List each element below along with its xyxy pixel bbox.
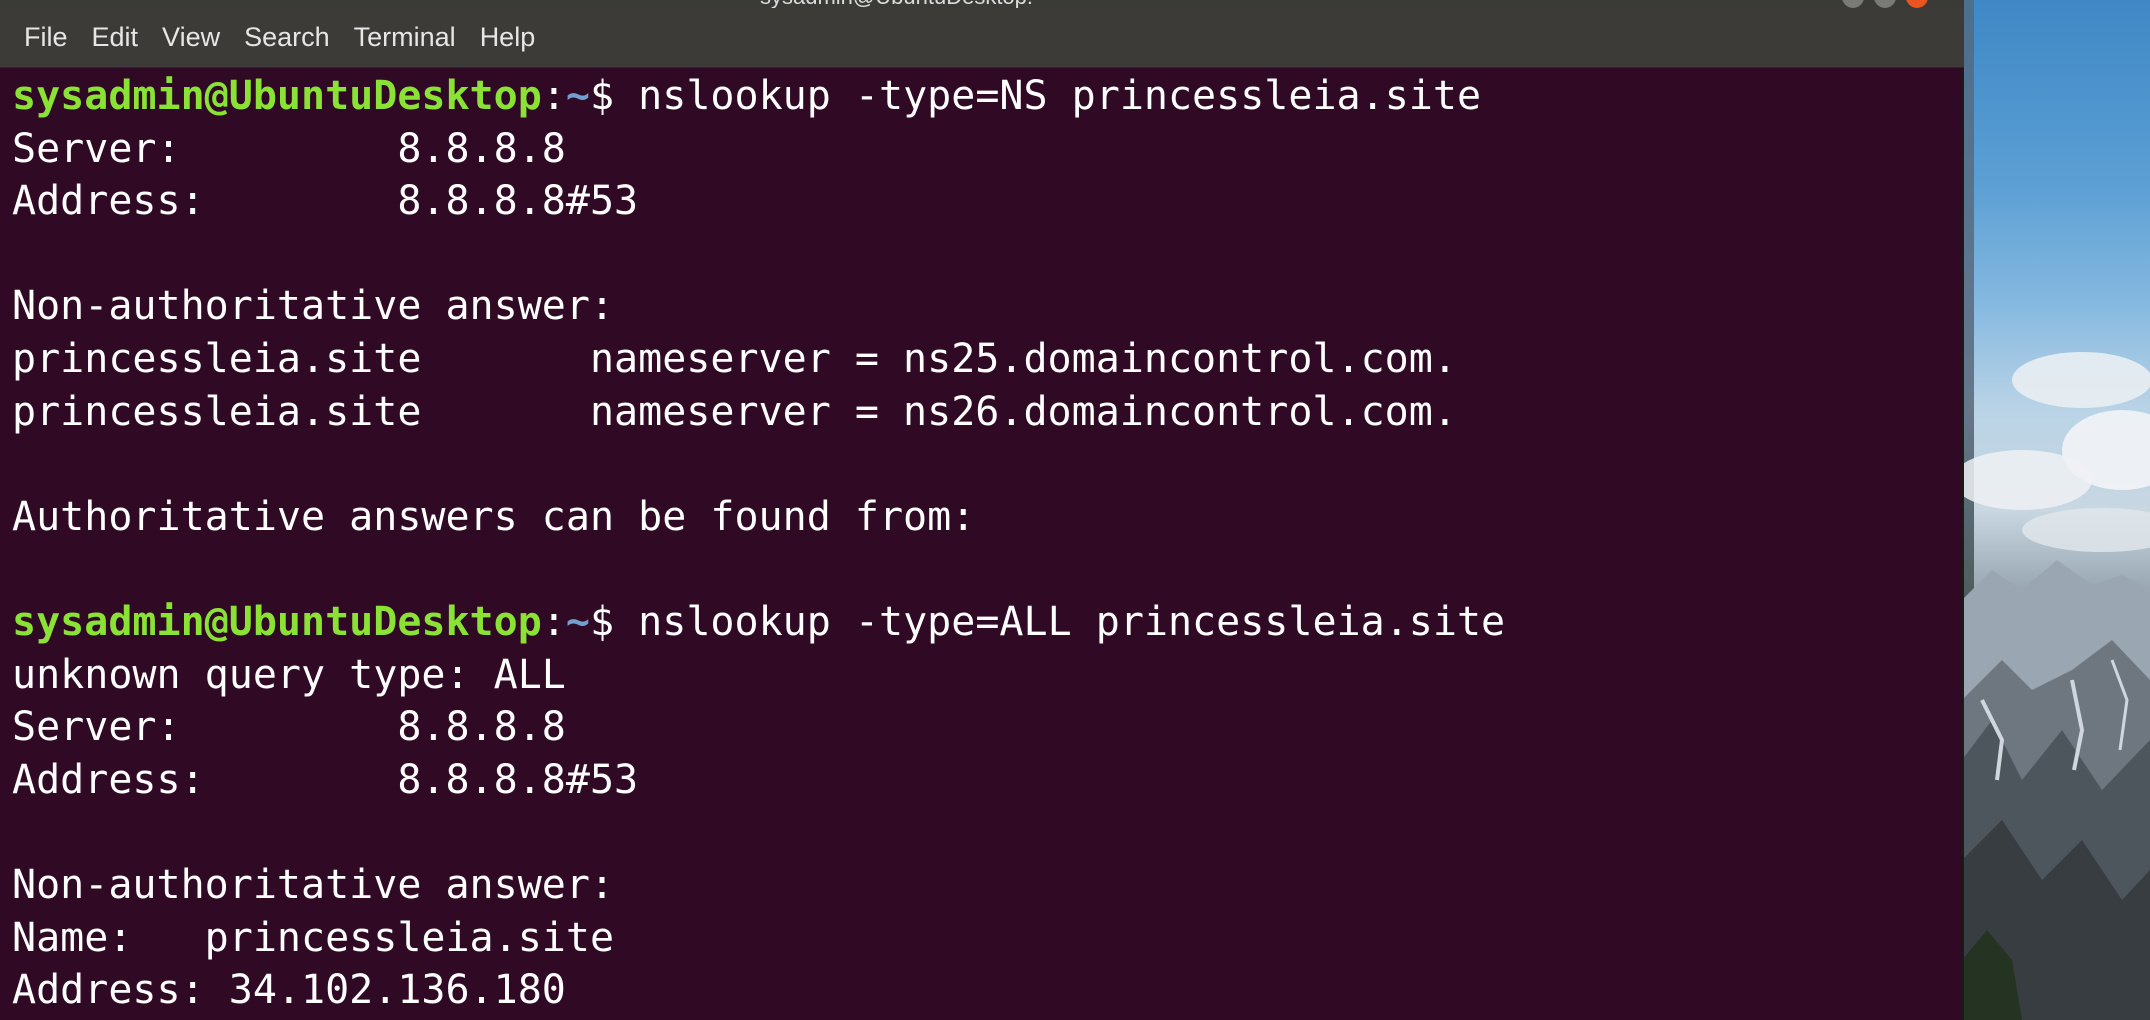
menu-view[interactable]: View bbox=[150, 16, 232, 59]
terminal-output-line: princessleia.site nameserver = ns26.doma… bbox=[12, 388, 1457, 435]
window-titlebar[interactable]: sysadmin@UbuntuDesktop: ~ bbox=[0, 0, 1964, 9]
menu-help[interactable]: Help bbox=[468, 16, 548, 59]
menu-edit[interactable]: Edit bbox=[80, 16, 151, 59]
menu-search[interactable]: Search bbox=[232, 16, 342, 59]
maximize-button[interactable] bbox=[1874, 0, 1896, 8]
terminal-output-line: Non-authoritative answer: bbox=[12, 283, 615, 330]
terminal-output-line: Server: 8.8.8.8 bbox=[12, 125, 566, 172]
terminal-output-line: Name: princessleia.site bbox=[12, 914, 615, 961]
terminal-output-line: princessleia.site nameserver = ns25.doma… bbox=[12, 335, 1457, 382]
terminal-window: sysadmin@UbuntuDesktop: ~ File Edit View… bbox=[0, 0, 1964, 1020]
prompt-dollar: $ bbox=[590, 73, 639, 119]
terminal-prompt-line: sysadmin@UbuntuDesktop:~$ nslookup -type… bbox=[12, 70, 1952, 123]
mountain-landscape-image bbox=[1962, 352, 2150, 1020]
prompt-user-host: sysadmin@UbuntuDesktop bbox=[12, 598, 542, 645]
minimize-button[interactable] bbox=[1842, 0, 1864, 8]
terminal-output-line: Authoritative answers can be found from: bbox=[12, 493, 976, 540]
prompt-user-host: sysadmin@UbuntuDesktop bbox=[12, 73, 542, 119]
prompt-path: ~ bbox=[565, 598, 590, 645]
prompt-colon: : bbox=[541, 598, 566, 645]
menu-bar: File Edit View Search Terminal Help bbox=[0, 8, 1964, 68]
terminal-output-line: Address: 8.8.8.8#53 bbox=[12, 756, 639, 803]
menu-terminal[interactable]: Terminal bbox=[342, 16, 468, 59]
prompt-colon: : bbox=[541, 73, 566, 119]
menu-file[interactable]: File bbox=[12, 16, 80, 59]
terminal-output-line: Address: 8.8.8.8#53 bbox=[12, 178, 639, 225]
terminal-output[interactable]: sysadmin@UbuntuDesktop:~$ nslookup -type… bbox=[12, 70, 1952, 1020]
terminal-output-line: Server: 8.8.8.8 bbox=[12, 704, 566, 751]
terminal-output-line: Non-authoritative answer: bbox=[12, 861, 615, 908]
command-text: nslookup -type=NS princessleia.site bbox=[638, 73, 1482, 119]
close-button[interactable] bbox=[1906, 0, 1928, 8]
prompt-path: ~ bbox=[565, 73, 590, 119]
terminal-output-line: unknown query type: ALL bbox=[12, 651, 566, 698]
command-text: nslookup -type=ALL princessleia.site bbox=[638, 598, 1506, 645]
terminal-output-line: Address: 34.102.136.180 bbox=[12, 967, 566, 1014]
desktop-wallpaper bbox=[1962, 0, 2150, 1020]
prompt-dollar: $ bbox=[590, 598, 639, 645]
terminal-prompt-line: sysadmin@UbuntuDesktop:~$ nslookup -type… bbox=[12, 596, 1952, 649]
